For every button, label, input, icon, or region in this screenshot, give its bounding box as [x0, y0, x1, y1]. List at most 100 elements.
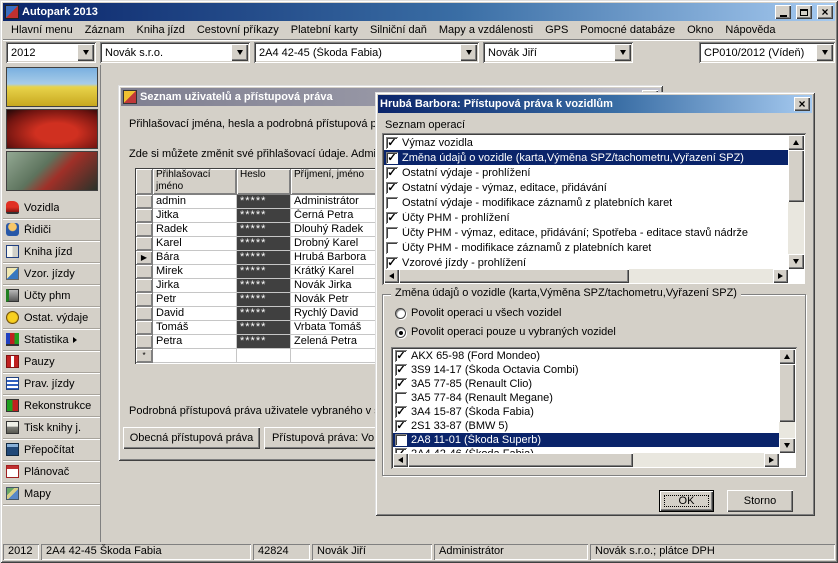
rights-window-close-button[interactable]: [794, 97, 810, 111]
maximize-button[interactable]: [796, 5, 812, 19]
user-table-row[interactable]: ▶ Bára ***** Hrubá Barbora: [136, 251, 409, 265]
menu-item[interactable]: Cestovní příkazy: [191, 22, 285, 38]
checkbox[interactable]: [386, 182, 398, 194]
row-selector[interactable]: [136, 265, 153, 279]
sidebar-item-fuel[interactable]: Účty phm: [3, 285, 100, 307]
sidebar-item-stats[interactable]: Statistika: [3, 329, 100, 351]
user-table-row[interactable]: Petr ***** Novák Petr: [136, 293, 409, 307]
checkbox[interactable]: [395, 364, 407, 376]
year-combobox[interactable]: 2012: [6, 42, 96, 63]
row-selector[interactable]: [136, 307, 153, 321]
vehicles-vertical-scrollbar[interactable]: [779, 349, 795, 453]
user-table-row[interactable]: Karel ***** Drobný Karel: [136, 237, 409, 251]
operation-item[interactable]: Změna údajů o vozidle (karta,Výměna SPZ/…: [384, 150, 788, 165]
menu-item[interactable]: Kniha jízd: [131, 22, 191, 38]
operation-item[interactable]: Výmaz vozidla: [384, 135, 788, 150]
checkbox[interactable]: [386, 212, 398, 224]
row-selector[interactable]: [136, 321, 153, 335]
vehicles-horizontal-scrollbar[interactable]: [393, 453, 779, 467]
row-selector[interactable]: [136, 209, 153, 223]
row-selector[interactable]: [136, 223, 153, 237]
checkbox[interactable]: [395, 434, 407, 446]
scroll-down-button[interactable]: [788, 254, 804, 269]
sidebar-item-regular-trips[interactable]: Prav. jízdy: [3, 373, 100, 395]
row-selector[interactable]: *: [136, 349, 153, 363]
menu-item[interactable]: Platební karty: [285, 22, 364, 38]
menu-item[interactable]: Pomocné databáze: [574, 22, 681, 38]
vehicle-item[interactable]: 2S1 33-87 (BMW 5): [393, 419, 779, 433]
operation-item[interactable]: Vzorové jízdy - prohlížení: [384, 255, 788, 269]
menu-item[interactable]: Nápověda: [719, 22, 781, 38]
vehicle-item[interactable]: 3S9 14-17 (Škoda Octavia Combi): [393, 363, 779, 377]
checkbox[interactable]: [395, 392, 407, 404]
sidebar-item-maps[interactable]: Mapy: [3, 483, 100, 505]
scroll-up-button[interactable]: [779, 349, 795, 364]
user-table-row[interactable]: David ***** Rychlý David: [136, 307, 409, 321]
operation-item[interactable]: Účty PHM - prohlížení: [384, 210, 788, 225]
menu-item[interactable]: Okno: [681, 22, 719, 38]
user-table-row[interactable]: Jirka ***** Novák Jirka: [136, 279, 409, 293]
scrollbar-thumb[interactable]: [779, 364, 795, 422]
sidebar-item-print[interactable]: Tisk knihy j.: [3, 417, 100, 439]
menu-item[interactable]: Silniční daň: [364, 22, 433, 38]
checkbox[interactable]: [386, 152, 398, 164]
checkbox[interactable]: [386, 257, 398, 269]
row-selector[interactable]: [136, 279, 153, 293]
sidebar-item-pauses[interactable]: Pauzy: [3, 351, 100, 373]
vehicle-item[interactable]: 3A5 77-84 (Renault Megane): [393, 391, 779, 405]
close-button[interactable]: [817, 5, 833, 19]
user-table-row[interactable]: Petra ***** Zelená Petra: [136, 335, 409, 349]
dropdown-button[interactable]: [231, 44, 248, 61]
row-selector[interactable]: [136, 335, 153, 349]
row-selector[interactable]: [136, 195, 153, 209]
sidebar-item-expenses[interactable]: Ostat. výdaje: [3, 307, 100, 329]
minimize-button[interactable]: [775, 5, 791, 19]
dropdown-button[interactable]: [614, 44, 631, 61]
vehicle-combobox[interactable]: 2A4 42-45 (Škoda Fabia): [254, 42, 479, 63]
sidebar-item-planner[interactable]: Plánovač: [3, 461, 100, 483]
row-selector[interactable]: ▶: [136, 251, 153, 265]
scroll-left-button[interactable]: [393, 453, 408, 467]
cancel-button[interactable]: Storno: [727, 490, 793, 512]
scroll-down-button[interactable]: [779, 438, 795, 453]
operations-vertical-scrollbar[interactable]: [788, 135, 804, 269]
sidebar-item-sample-trips[interactable]: Vzor. jízdy: [3, 263, 100, 285]
menu-item[interactable]: Záznam: [79, 22, 131, 38]
operation-item[interactable]: Ostatní výdaje - výmaz, editace, přidává…: [384, 180, 788, 195]
checkbox[interactable]: [395, 420, 407, 432]
general-rights-button[interactable]: Obecná přístupová práva: [123, 427, 260, 449]
operation-item[interactable]: Účty PHM - modifikace záznamů z platební…: [384, 240, 788, 255]
vehicle-item[interactable]: 3A4 15-87 (Škoda Fabia): [393, 405, 779, 419]
radio-selected-icon[interactable]: [395, 327, 406, 338]
vehicle-item[interactable]: AKX 65-98 (Ford Mondeo): [393, 349, 779, 363]
operations-horizontal-scrollbar[interactable]: [384, 269, 788, 283]
vehicle-item[interactable]: 3A5 77-85 (Renault Clio): [393, 377, 779, 391]
checkbox[interactable]: [395, 350, 407, 362]
vehicle-item[interactable]: 2A8 11-01 (Škoda Superb): [393, 433, 779, 447]
dropdown-button[interactable]: [77, 44, 94, 61]
driver-combobox[interactable]: Novák Jiří: [483, 42, 633, 63]
radio-all-vehicles[interactable]: Povolit operaci u všech vozidel: [395, 307, 561, 319]
checkbox[interactable]: [386, 242, 398, 254]
sidebar-item-reconstruction[interactable]: Rekonstrukce: [3, 395, 100, 417]
checkbox[interactable]: [386, 197, 398, 209]
sidebar-item-vehicles[interactable]: Vozidla: [3, 197, 100, 219]
rights-window-titlebar[interactable]: Hrubá Barbora: Přístupová práva k vozidl…: [378, 95, 812, 113]
scroll-right-button[interactable]: [764, 453, 779, 467]
user-table-row[interactable]: *: [136, 349, 409, 363]
checkbox[interactable]: [386, 137, 398, 149]
menu-item[interactable]: GPS: [539, 22, 574, 38]
scrollbar-thumb[interactable]: [408, 453, 633, 467]
ok-button[interactable]: OK: [659, 490, 714, 512]
user-table-row[interactable]: Mirek ***** Krátký Karel: [136, 265, 409, 279]
scrollbar-thumb[interactable]: [399, 269, 629, 283]
scroll-up-button[interactable]: [788, 135, 804, 150]
checkbox[interactable]: [386, 227, 398, 239]
menu-item[interactable]: Hlavní menu: [5, 22, 79, 38]
dropdown-button[interactable]: [460, 44, 477, 61]
operation-item[interactable]: Účty PHM - výmaz, editace, přidávání; Sp…: [384, 225, 788, 240]
radio-icon[interactable]: [395, 308, 406, 319]
radio-selected-vehicles[interactable]: Povolit operaci pouze u vybraných vozide…: [395, 326, 616, 338]
checkbox[interactable]: [395, 406, 407, 418]
sidebar-item-drivers[interactable]: Řidiči: [3, 219, 100, 241]
